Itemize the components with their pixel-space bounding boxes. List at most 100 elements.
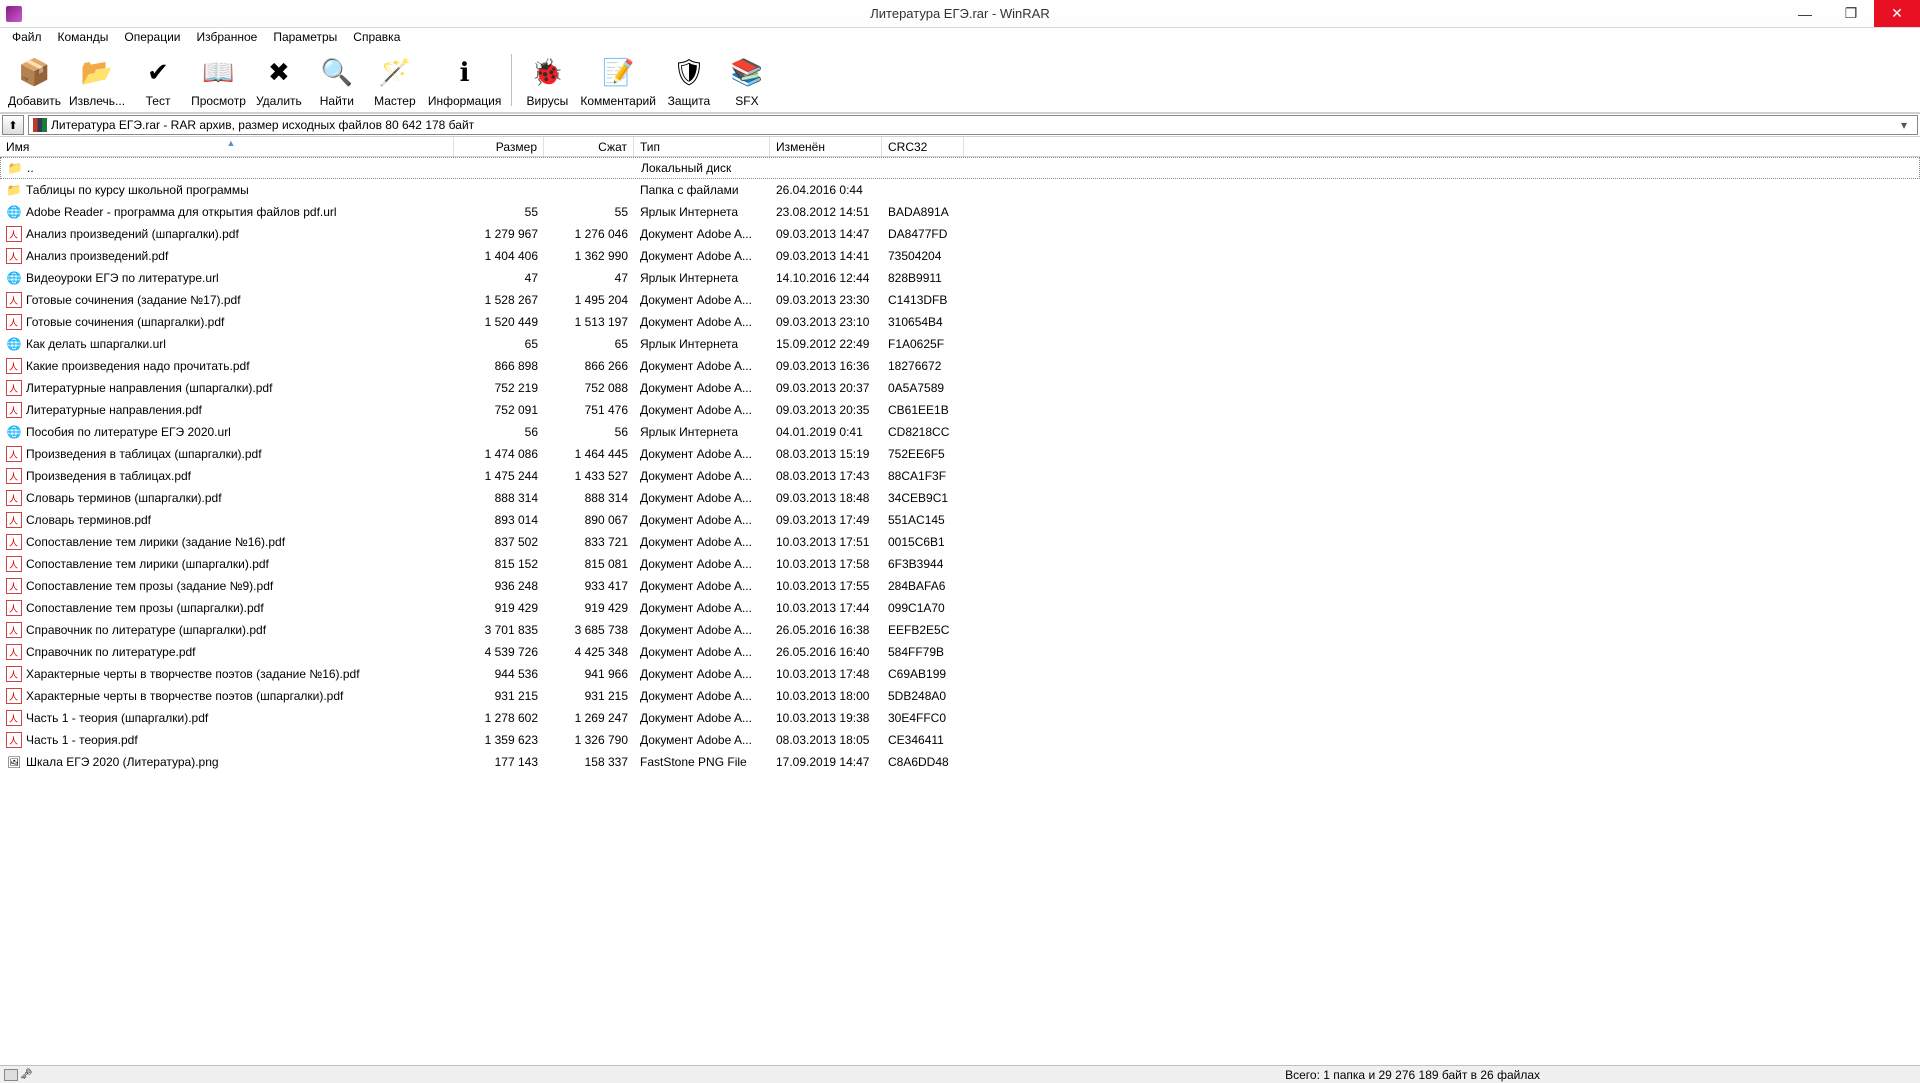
col-type[interactable]: Тип [634,137,770,156]
file-list[interactable]: ..Локальный дискТаблицы по курсу школьно… [0,157,1920,1065]
col-size[interactable]: Размер [454,137,544,156]
file-crc: 73504204 [882,249,964,263]
menu-параметры[interactable]: Параметры [265,28,345,48]
file-row[interactable]: Произведения в таблицах.pdf1 475 2441 43… [0,465,1920,487]
file-packed: 4 425 348 [544,645,634,659]
file-size: 56 [454,425,544,439]
toolbar-extract-button[interactable]: 📂Извлечь... [65,50,129,110]
toolbar-label: Удалить [256,94,302,108]
file-crc: C8A6DD48 [882,755,964,769]
file-packed: 3 685 738 [544,623,634,637]
col-packed[interactable]: Сжат [544,137,634,156]
file-crc: 099C1A70 [882,601,964,615]
file-row[interactable]: Характерные черты в творчестве поэтов (ш… [0,685,1920,707]
file-row[interactable]: Анализ произведений (шпаргалки).pdf1 279… [0,223,1920,245]
sort-asc-icon: ▲ [227,138,236,148]
menu-справка[interactable]: Справка [345,28,408,48]
file-type: Ярлык Интернета [634,271,770,285]
address-dropdown-icon[interactable]: ▾ [1895,118,1913,132]
file-row[interactable]: Анализ произведений.pdf1 404 4061 362 99… [0,245,1920,267]
file-row[interactable]: Литературные направления.pdf752 091751 4… [0,399,1920,421]
col-crc[interactable]: CRC32 [882,137,964,156]
virus-icon: 🐞 [527,52,567,92]
titlebar: Литература ЕГЭ.rar - WinRAR — ❐ ✕ [0,0,1920,28]
up-button[interactable]: ⬆ [2,115,24,135]
file-packed: 55 [544,205,634,219]
file-packed: 1 276 046 [544,227,634,241]
file-row[interactable]: Пособия по литературе ЕГЭ 2020.url5656Яр… [0,421,1920,443]
toolbar-wizard-button[interactable]: 🪄Мастер [366,50,424,110]
toolbar-find-button[interactable]: 🔍Найти [308,50,366,110]
col-name[interactable]: Имя ▲ [0,137,454,156]
toolbar-label: Извлечь... [69,94,125,108]
file-modified: 09.03.2013 14:47 [770,227,882,241]
toolbar-virus-button[interactable]: 🐞Вирусы [518,50,576,110]
file-packed: 1 269 247 [544,711,634,725]
file-row[interactable]: Таблицы по курсу школьной программыПапка… [0,179,1920,201]
file-row[interactable]: Готовые сочинения (шпаргалки).pdf1 520 4… [0,311,1920,333]
file-row[interactable]: Справочник по литературе.pdf4 539 7264 4… [0,641,1920,663]
archive-icon [33,118,47,132]
toolbar-protect-button[interactable]: 🛡Защита [660,50,718,110]
minimize-button[interactable]: — [1782,0,1828,27]
list-header: Имя ▲ Размер Сжат Тип Изменён CRC32 [0,137,1920,157]
address-bar: ⬆ Литература ЕГЭ.rar - RAR архив, размер… [0,113,1920,137]
menu-команды[interactable]: Команды [50,28,117,48]
file-packed: 941 966 [544,667,634,681]
menu-операции[interactable]: Операции [116,28,188,48]
pdf-icon [6,600,22,616]
maximize-button[interactable]: ❐ [1828,0,1874,27]
status-text: Всего: 1 папка и 29 276 189 байт в 26 фа… [1285,1068,1920,1082]
file-row[interactable]: Adobe Reader - программа для открытия фа… [0,201,1920,223]
menu-файл[interactable]: Файл [4,28,50,48]
file-row[interactable]: Шкала ЕГЭ 2020 (Литература).png177 14315… [0,751,1920,773]
file-modified: 26.05.2016 16:40 [770,645,882,659]
address-field[interactable]: Литература ЕГЭ.rar - RAR архив, размер и… [28,115,1918,135]
file-name: Литературные направления.pdf [26,403,202,417]
parent-dir-row[interactable]: ..Локальный диск [0,157,1920,179]
toolbar-view-button[interactable]: 📖Просмотр [187,50,250,110]
toolbar-sfx-button[interactable]: 📚SFX [718,50,776,110]
file-row[interactable]: Готовые сочинения (задание №17).pdf1 528… [0,289,1920,311]
file-modified: 17.09.2019 14:47 [770,755,882,769]
info-icon: ℹ [445,52,485,92]
file-row[interactable]: Часть 1 - теория (шпаргалки).pdf1 278 60… [0,707,1920,729]
file-row[interactable]: Характерные черты в творчестве поэтов (з… [0,663,1920,685]
file-row[interactable]: Как делать шпаргалки.url6565Ярлык Интерн… [0,333,1920,355]
file-name: Готовые сочинения (задание №17).pdf [26,293,241,307]
toolbar-comment-button[interactable]: 📝Комментарий [576,50,660,110]
file-row[interactable]: Сопоставление тем прозы (задание №9).pdf… [0,575,1920,597]
file-row[interactable]: Видеоуроки ЕГЭ по литературе.url4747Ярлы… [0,267,1920,289]
file-type: Документ Adobe A... [634,249,770,263]
close-button[interactable]: ✕ [1874,0,1920,27]
col-modified[interactable]: Изменён [770,137,882,156]
file-row[interactable]: Словарь терминов.pdf893 014890 067Докуме… [0,509,1920,531]
file-modified: 09.03.2013 20:37 [770,381,882,395]
file-type: Документ Adobe A... [634,711,770,725]
file-row[interactable]: Произведения в таблицах (шпаргалки).pdf1… [0,443,1920,465]
file-modified: 09.03.2013 16:36 [770,359,882,373]
file-row[interactable]: Сопоставление тем прозы (шпаргалки).pdf9… [0,597,1920,619]
find-icon: 🔍 [317,52,357,92]
file-row[interactable]: Часть 1 - теория.pdf1 359 6231 326 790До… [0,729,1920,751]
toolbar-add-button[interactable]: 📦Добавить [4,50,65,110]
file-row[interactable]: Сопоставление тем лирики (задание №16).p… [0,531,1920,553]
file-row[interactable]: Литературные направления (шпаргалки).pdf… [0,377,1920,399]
file-type: Документ Adobe A... [634,557,770,571]
file-type: Документ Adobe A... [634,447,770,461]
file-crc: 752EE6F5 [882,447,964,461]
toolbar-delete-button[interactable]: ✖Удалить [250,50,308,110]
url-icon [6,336,22,352]
toolbar-info-button[interactable]: ℹИнформация [424,50,505,110]
file-row[interactable]: Какие произведения надо прочитать.pdf866… [0,355,1920,377]
toolbar-label: Добавить [8,94,61,108]
file-row[interactable]: Сопоставление тем лирики (шпаргалки).pdf… [0,553,1920,575]
toolbar-test-button[interactable]: ✔Тест [129,50,187,110]
file-row[interactable]: Справочник по литературе (шпаргалки).pdf… [0,619,1920,641]
file-modified: 09.03.2013 14:41 [770,249,882,263]
file-crc: 0A5A7589 [882,381,964,395]
up-arrow-icon: ⬆ [8,119,17,132]
file-type: Ярлык Интернета [634,425,770,439]
file-row[interactable]: Словарь терминов (шпаргалки).pdf888 3148… [0,487,1920,509]
menu-избранное[interactable]: Избранное [189,28,266,48]
